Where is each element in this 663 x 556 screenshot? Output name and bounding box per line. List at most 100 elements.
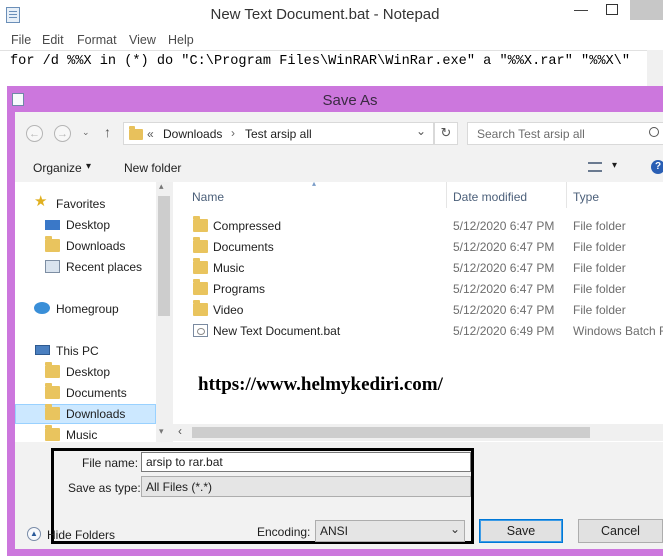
breadcrumb-separator: › bbox=[231, 126, 235, 140]
file-date: 5/12/2020 6:49 PM bbox=[453, 324, 555, 338]
downloads-folder-icon bbox=[45, 236, 60, 252]
breadcrumb-downloads[interactable]: Downloads bbox=[163, 127, 222, 141]
batch-file-icon bbox=[193, 324, 208, 337]
file-type: File folder bbox=[573, 219, 626, 233]
watermark-url: https://www.helmykediri.com/ bbox=[198, 374, 443, 395]
breadcrumb-overflow[interactable]: « bbox=[147, 127, 154, 141]
encoding-label: Encoding: bbox=[257, 525, 311, 539]
nav-item-recent-places[interactable]: Recent places bbox=[15, 257, 156, 277]
notepad-window-title: New Text Document.bat - Notepad bbox=[210, 6, 440, 23]
maximize-button[interactable] bbox=[596, 0, 630, 20]
file-type: File folder bbox=[573, 282, 626, 296]
hide-folders-icon[interactable]: ▲ bbox=[27, 527, 41, 541]
views-icon[interactable] bbox=[588, 162, 602, 172]
notepad-scrollbar[interactable] bbox=[647, 50, 663, 90]
file-name: Music bbox=[213, 261, 245, 275]
folder-icon bbox=[193, 279, 208, 295]
close-button[interactable] bbox=[630, 0, 663, 20]
column-header-date-modified[interactable]: Date modified bbox=[453, 190, 527, 204]
new-folder-button[interactable]: New folder bbox=[124, 161, 181, 175]
nav-item-pc-downloads[interactable]: Downloads bbox=[15, 404, 156, 424]
address-dropdown-icon[interactable]: ⌄ bbox=[416, 124, 426, 138]
organize-button[interactable]: Organize bbox=[33, 161, 82, 175]
nav-item-pc-documents[interactable]: Documents bbox=[15, 383, 156, 403]
encoding-dropdown-icon: ⌄ bbox=[450, 522, 461, 536]
scroll-down-arrow[interactable]: ▾ bbox=[159, 426, 164, 437]
notepad-text-content[interactable]: for /d %%X in (*) do "C:\Program Files\W… bbox=[10, 54, 630, 69]
folder-icon bbox=[129, 126, 143, 140]
navigation-scroll-thumb[interactable] bbox=[158, 196, 170, 316]
up-folder-button[interactable]: ↑ bbox=[104, 124, 111, 140]
forward-button[interactable]: → bbox=[54, 125, 71, 142]
minimize-button[interactable]: — bbox=[566, 0, 596, 20]
recent-places-icon bbox=[45, 260, 60, 273]
file-date: 5/12/2020 6:47 PM bbox=[453, 219, 555, 233]
scroll-up-arrow[interactable]: ▴ bbox=[159, 181, 164, 192]
search-placeholder: Search Test arsip all bbox=[477, 127, 585, 141]
organize-dropdown-icon: ▾ bbox=[86, 161, 92, 172]
file-name: Programs bbox=[213, 282, 266, 296]
dialog-title: Save As bbox=[322, 92, 378, 109]
file-row-new-text-document-bat[interactable]: New Text Document.bat 5/12/2020 6:49 PM … bbox=[173, 320, 663, 341]
file-name-input[interactable]: arsip to rar.bat bbox=[141, 452, 471, 472]
nav-item-pc-desktop[interactable]: Desktop bbox=[15, 362, 156, 382]
scroll-left-arrow[interactable]: ‹ bbox=[178, 424, 182, 438]
homegroup-icon bbox=[34, 302, 50, 314]
refresh-button[interactable]: ↻ bbox=[434, 122, 458, 145]
recent-locations-dropdown[interactable]: ⌄ bbox=[82, 127, 90, 138]
downloads-folder-icon bbox=[45, 404, 60, 420]
nav-item-label: Documents bbox=[66, 386, 127, 400]
nav-item-label: Desktop bbox=[66, 365, 111, 379]
file-type: File folder bbox=[573, 303, 626, 317]
encoding-select[interactable]: ANSI bbox=[315, 520, 465, 542]
search-icon bbox=[649, 127, 659, 137]
nav-item-downloads[interactable]: Downloads bbox=[15, 236, 156, 256]
menu-file[interactable]: File bbox=[11, 33, 31, 47]
file-row-programs[interactable]: Programs 5/12/2020 6:47 PM File folder bbox=[173, 278, 663, 299]
nav-item-label: Music bbox=[66, 428, 98, 442]
menu-format[interactable]: Format bbox=[77, 33, 117, 47]
horizontal-scroll-thumb[interactable] bbox=[192, 427, 590, 438]
views-dropdown-icon[interactable]: ▾ bbox=[612, 160, 617, 171]
folder-icon bbox=[193, 216, 208, 232]
save-button[interactable]: Save bbox=[479, 519, 563, 543]
column-header-type[interactable]: Type bbox=[573, 190, 599, 204]
documents-folder-icon bbox=[45, 383, 60, 399]
cancel-button[interactable]: Cancel bbox=[578, 519, 663, 543]
menu-help[interactable]: Help bbox=[168, 33, 194, 47]
nav-this-pc[interactable]: This PC bbox=[56, 344, 99, 358]
folder-icon bbox=[193, 237, 208, 253]
desktop-icon bbox=[45, 220, 60, 230]
this-pc-icon bbox=[35, 345, 50, 355]
desktop-folder-icon bbox=[45, 362, 60, 378]
file-type: File folder bbox=[573, 261, 626, 275]
hide-folders-button[interactable]: Hide Folders bbox=[47, 528, 115, 542]
file-row-video[interactable]: Video 5/12/2020 6:47 PM File folder bbox=[173, 299, 663, 320]
nav-item-label: Downloads bbox=[66, 239, 126, 253]
nav-item-desktop[interactable]: Desktop bbox=[15, 215, 156, 235]
favorites-star-icon: ★ bbox=[34, 193, 48, 210]
nav-item-label: Downloads bbox=[66, 407, 126, 421]
menu-view[interactable]: View bbox=[129, 33, 156, 47]
breadcrumb-test-arsip-all[interactable]: Test arsip all bbox=[245, 127, 312, 141]
file-row-compressed[interactable]: Compressed 5/12/2020 6:47 PM File folder bbox=[173, 215, 663, 236]
help-icon[interactable]: ? bbox=[651, 160, 663, 174]
column-header-name[interactable]: Name bbox=[192, 190, 224, 204]
file-date: 5/12/2020 6:47 PM bbox=[453, 261, 555, 275]
file-row-documents[interactable]: Documents 5/12/2020 6:47 PM File folder bbox=[173, 236, 663, 257]
nav-homegroup[interactable]: Homegroup bbox=[56, 302, 119, 316]
file-name: Compressed bbox=[213, 219, 282, 233]
file-date: 5/12/2020 6:47 PM bbox=[453, 282, 555, 296]
nav-favorites[interactable]: Favorites bbox=[56, 197, 105, 211]
nav-item-pc-music[interactable]: Music bbox=[15, 425, 156, 442]
back-button[interactable]: ← bbox=[26, 125, 43, 142]
menu-edit[interactable]: Edit bbox=[42, 33, 64, 47]
save-as-type-label: Save as type: bbox=[68, 481, 141, 495]
column-divider[interactable] bbox=[446, 182, 447, 208]
music-folder-icon bbox=[45, 425, 60, 441]
column-divider[interactable] bbox=[566, 182, 567, 208]
file-type: Windows Batch F bbox=[573, 324, 663, 338]
save-as-type-select[interactable]: All Files (*.*) bbox=[141, 476, 471, 497]
file-row-music[interactable]: Music 5/12/2020 6:47 PM File folder bbox=[173, 257, 663, 278]
command-bar bbox=[15, 154, 663, 182]
